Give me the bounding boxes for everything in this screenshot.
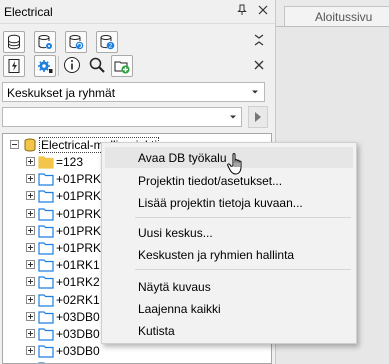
menu-item-label: Uusi keskus... (138, 226, 213, 240)
tree-node[interactable]: +03DB04 (26, 360, 266, 363)
add-folder-icon[interactable] (111, 55, 133, 77)
expand-toggle-icon[interactable] (26, 329, 35, 338)
settings-icon[interactable] (34, 55, 56, 77)
menu-item-expand-all[interactable]: Laajenna kaikki (105, 298, 353, 319)
database-icon[interactable] (3, 31, 25, 53)
folder-icon (38, 189, 54, 203)
expand-toggle-icon[interactable] (26, 208, 35, 218)
tree-node-label: =123 (56, 155, 84, 169)
menu-separator (135, 217, 351, 218)
hand-cursor-icon (226, 152, 248, 176)
menu-item-new-board[interactable]: Uusi keskus... (105, 222, 353, 243)
database-sync-icon[interactable] (65, 31, 87, 53)
folder-icon (38, 327, 54, 341)
expand-toggle-icon[interactable] (26, 260, 35, 270)
menu-item-add-project-info[interactable]: Lisää projektin tietoja kuvaan... (105, 192, 353, 213)
svg-text:2: 2 (109, 43, 113, 50)
menu-item-label: Näytä kuvaus (138, 280, 211, 294)
tree-node-label: +02RK1 (56, 292, 100, 307)
folder-icon (38, 172, 54, 186)
database-cylinder-icon (22, 138, 38, 152)
expand-toggle-icon[interactable] (26, 294, 35, 304)
pin-icon[interactable] (235, 4, 249, 18)
tree-node-label: +01PRK (56, 206, 102, 221)
tree-search-input[interactable] (2, 107, 242, 127)
folder-icon (38, 310, 54, 324)
tab-aloitussivu[interactable]: Aloitussivu (284, 6, 389, 26)
folder-icon (38, 207, 54, 221)
folder-icon (38, 155, 54, 169)
menu-item-label: Kutista (138, 324, 175, 338)
expand-toggle-icon[interactable] (26, 346, 35, 356)
info-icon[interactable] (62, 56, 82, 76)
panel-titlebar: Electrical (0, 0, 275, 24)
menu-item-label: Lisää projektin tietoja kuvaan... (138, 196, 303, 210)
folder-icon (38, 241, 54, 255)
expand-toggle-icon[interactable] (26, 243, 35, 252)
panel-title: Electrical (4, 5, 53, 19)
filter-select[interactable]: Keskukset ja ryhmät (2, 82, 265, 102)
tree-node-label: +01RK1 (56, 258, 100, 273)
filter-select-value: Keskukset ja ryhmät (7, 86, 116, 100)
tree-node-label: +03DB0 (56, 327, 100, 341)
chevron-down-icon (248, 85, 262, 99)
database-export-icon[interactable]: 2 (96, 31, 118, 53)
search-icon[interactable] (87, 56, 107, 76)
tree-node-label: +01RK2 (56, 275, 100, 290)
menu-item-manage-boards[interactable]: Keskusten ja ryhmien hallinta (105, 244, 353, 265)
close-toolbar-icon[interactable] (249, 56, 269, 76)
menu-item-label: Projektin tiedot/asetukset... (138, 174, 283, 188)
expand-toggle-icon[interactable] (26, 157, 35, 166)
folder-icon (38, 275, 54, 289)
tree-node[interactable]: +03DB0 (26, 343, 266, 360)
search-dropdown-icon[interactable] (227, 110, 239, 124)
menu-item-label: Laajenna kaikki (138, 302, 221, 316)
tab-label: Aloitussivu (315, 10, 373, 24)
menu-item-label: Keskusten ja ryhmien hallinta (138, 248, 295, 262)
tree-node-label: +01PRK (56, 223, 102, 238)
expand-toggle-icon[interactable] (26, 277, 35, 287)
menu-item-collapse[interactable]: Kutista (105, 320, 353, 341)
folder-icon (38, 344, 54, 358)
tree-node-label: +01PRK (56, 172, 102, 187)
expand-toggle-icon[interactable] (26, 225, 35, 235)
collapse-toggle-icon[interactable] (10, 140, 19, 149)
menu-item-show-description[interactable]: Näytä kuvaus (105, 276, 353, 297)
toolbar-separator (58, 56, 59, 76)
tree-node-label: +01PRK (56, 189, 102, 204)
search-go-button[interactable] (248, 106, 268, 128)
lightning-icon[interactable] (3, 55, 25, 77)
menu-separator (135, 269, 351, 270)
menu-item-label: Avaa DB työkalu (138, 151, 227, 165)
folder-icon (38, 293, 54, 307)
expand-toggle-icon[interactable] (26, 191, 35, 201)
tree-node-label: +01PRK (56, 241, 102, 255)
folder-icon (38, 224, 54, 238)
expand-toggle-icon[interactable] (26, 174, 35, 184)
folder-icon (38, 258, 54, 272)
tree-node-label: +03DB0 (56, 309, 100, 324)
close-icon[interactable] (256, 4, 270, 18)
collapse-toolbar-icon[interactable] (249, 32, 269, 52)
expand-toggle-icon[interactable] (26, 311, 35, 321)
database-settings-icon[interactable] (34, 31, 56, 53)
tree-node-label: +03DB0 (56, 344, 100, 359)
